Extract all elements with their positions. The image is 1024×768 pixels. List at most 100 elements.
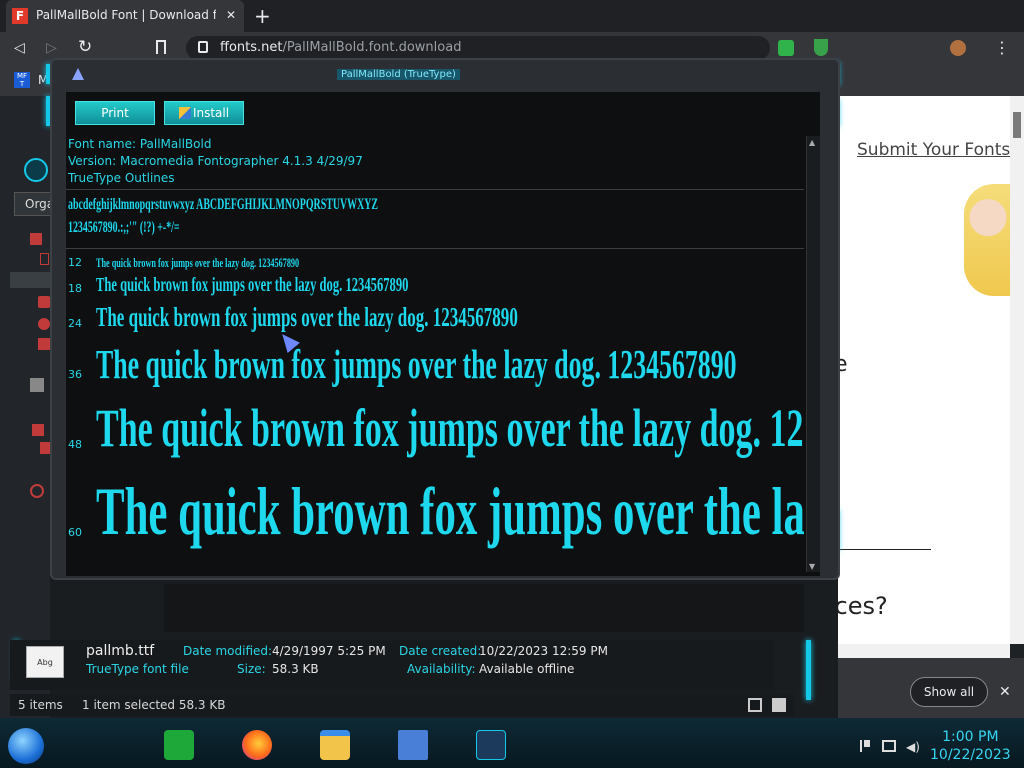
date-modified-label: Date modified:	[183, 644, 273, 658]
organize-button[interactable]: Orga	[14, 192, 54, 216]
details-view-icon[interactable]	[748, 698, 762, 712]
browser-tab[interactable]: F PallMallBold Font | Download for F ✕	[6, 0, 244, 32]
explorer-content-area	[164, 584, 804, 632]
size-value: 58.3 KB	[272, 662, 319, 676]
nav-file-icon	[38, 318, 50, 330]
scroll-up-arrow-icon[interactable]: ▲	[809, 138, 815, 147]
font-viewer-app-icon	[72, 68, 84, 80]
font-viewer-title: PallMallBold (TrueType)	[337, 69, 460, 80]
faq-question-partial: urces?	[838, 592, 888, 620]
frame-glow	[806, 640, 811, 700]
item-count: 5 items	[18, 698, 63, 712]
sample-12pt: The quick brown fox jumps over the lazy …	[96, 255, 300, 270]
browser-menu-icon[interactable]: ⋮	[994, 38, 1010, 57]
downloads-close-icon[interactable]: ✕	[999, 684, 1011, 700]
volume-icon[interactable]: ◀)	[906, 740, 920, 754]
taskbar	[0, 718, 1024, 768]
date-modified-value: 4/29/1997 5:25 PM	[272, 644, 386, 658]
orb-icon	[24, 158, 48, 182]
print-label: Print	[101, 106, 129, 120]
availability-value: Available offline	[479, 662, 575, 676]
install-shield-icon	[178, 107, 191, 119]
shield-extension-icon[interactable]	[814, 39, 828, 56]
tab-close-icon[interactable]: ✕	[226, 8, 236, 22]
url-path: /PallMallBold.font.download	[282, 40, 462, 55]
nav-image-icon	[30, 378, 44, 392]
forward-icon[interactable]: ▷	[46, 40, 57, 56]
nav-file-icon	[40, 253, 49, 265]
scroll-down-arrow-icon[interactable]: ▼	[809, 562, 815, 571]
nav-file-icon	[30, 233, 42, 245]
sample-18pt: The quick brown fox jumps over the lazy …	[96, 274, 409, 296]
extension-green-icon[interactable]	[778, 40, 794, 56]
control-panel-icon[interactable]	[398, 730, 428, 760]
clock-date: 10/22/2023	[930, 747, 1011, 763]
status-bar: 5 items 1 item selected 58.3 KB	[10, 694, 794, 716]
submit-fonts-link[interactable]: Submit Your Fonts	[857, 140, 1010, 160]
size-label-36: 36	[68, 368, 82, 381]
install-button[interactable]: Install	[164, 101, 244, 125]
font-info: Font name: PallMallBold Version: Macrome…	[68, 136, 363, 187]
size-label-12: 12	[68, 256, 82, 269]
sample-48pt: The quick brown fox jumps over the lazy …	[96, 398, 804, 458]
font-version: Version: Macromedia Fontographer 4.1.3 4…	[68, 154, 363, 168]
webpage-content: Submit Your Fonts e urces?	[838, 96, 1010, 644]
scroll-thumb[interactable]	[1013, 112, 1021, 138]
size-label-24: 24	[68, 317, 82, 330]
thumb-text: Abg	[37, 658, 53, 667]
size-label-60: 60	[68, 526, 82, 539]
start-orb-icon[interactable]	[8, 728, 44, 764]
flag-icon[interactable]	[860, 740, 870, 752]
show-all-button[interactable]: Show all	[910, 677, 988, 707]
profile-avatar[interactable]	[950, 40, 966, 56]
size-label-48: 48	[68, 438, 82, 451]
reload-icon[interactable]: ↻	[78, 37, 92, 57]
print-button[interactable]: Print	[75, 101, 155, 125]
nav-file-icon	[30, 484, 44, 498]
url-text: ffonts.net/PallMallBold.font.download	[220, 40, 461, 55]
font-name: Font name: PallMallBold	[68, 137, 212, 151]
system-clock[interactable]: 1:00 PM 10/22/2023	[930, 728, 1011, 764]
font-file-thumbnail: Abg	[26, 646, 64, 678]
availability-label: Availability:	[407, 662, 476, 676]
nav-selected-row[interactable]	[10, 272, 50, 288]
nav-file-icon	[38, 338, 50, 350]
show-all-label: Show all	[923, 685, 975, 699]
font-samples: The quick brown fox jumps over the lazy …	[94, 252, 804, 562]
selection-info: 1 item selected 58.3 KB	[82, 698, 226, 712]
info-divider	[66, 189, 804, 190]
charset-digits-punctuation: 1234567890.:,;'" (!?) +-*/=	[68, 219, 180, 236]
sample-60pt: The quick brown fox jumps over the lazy …	[96, 473, 804, 549]
firefox-icon[interactable]	[242, 730, 272, 760]
date-created-value: 10/22/2023 12:59 PM	[479, 644, 608, 658]
font-viewer-taskbar-icon[interactable]	[476, 730, 506, 760]
size-label-18: 18	[68, 282, 82, 295]
charset-divider	[66, 248, 804, 249]
charset-lowercase-uppercase: abcdefghijklmnopqrstuvwxyz ABCDEFGHIJKLM…	[68, 196, 379, 213]
lock-icon	[198, 41, 208, 53]
viewer-vertical-scrollbar[interactable]: ▲ ▼	[806, 136, 820, 572]
new-tab-icon[interactable]: +	[254, 4, 271, 28]
back-icon[interactable]: ◁	[14, 40, 25, 56]
sample-24pt: The quick brown fox jumps over the lazy …	[96, 302, 518, 332]
nav-file-icon	[32, 424, 44, 436]
url-host: ffonts.net	[220, 40, 283, 55]
tab-title: PallMallBold Font | Download for F	[36, 8, 216, 22]
network-icon[interactable]	[882, 740, 896, 752]
install-label: Install	[192, 106, 230, 120]
url-bar[interactable]: ffonts.net/PallMallBold.font.download	[186, 36, 770, 60]
ffonts-favicon-icon: F	[12, 8, 28, 24]
webpage-vertical-scrollbar[interactable]	[1010, 96, 1024, 644]
thumbnail-view-icon[interactable]	[772, 698, 786, 712]
file-type: TrueType font file	[86, 662, 189, 676]
explorer-left-frame	[0, 96, 50, 718]
bookmark-icon[interactable]	[156, 40, 166, 54]
divider-line	[838, 549, 931, 550]
bookmark-mft-icon[interactable]: MF T	[14, 72, 30, 88]
taskbar-green-app-icon[interactable]	[164, 730, 194, 760]
webpage-horizontal-scrollbar[interactable]	[838, 644, 1010, 658]
clock-time: 1:00 PM	[942, 729, 999, 745]
size-label: Size:	[237, 662, 266, 676]
file-name: pallmb.ttf	[86, 643, 155, 659]
file-explorer-icon[interactable]	[320, 730, 350, 760]
